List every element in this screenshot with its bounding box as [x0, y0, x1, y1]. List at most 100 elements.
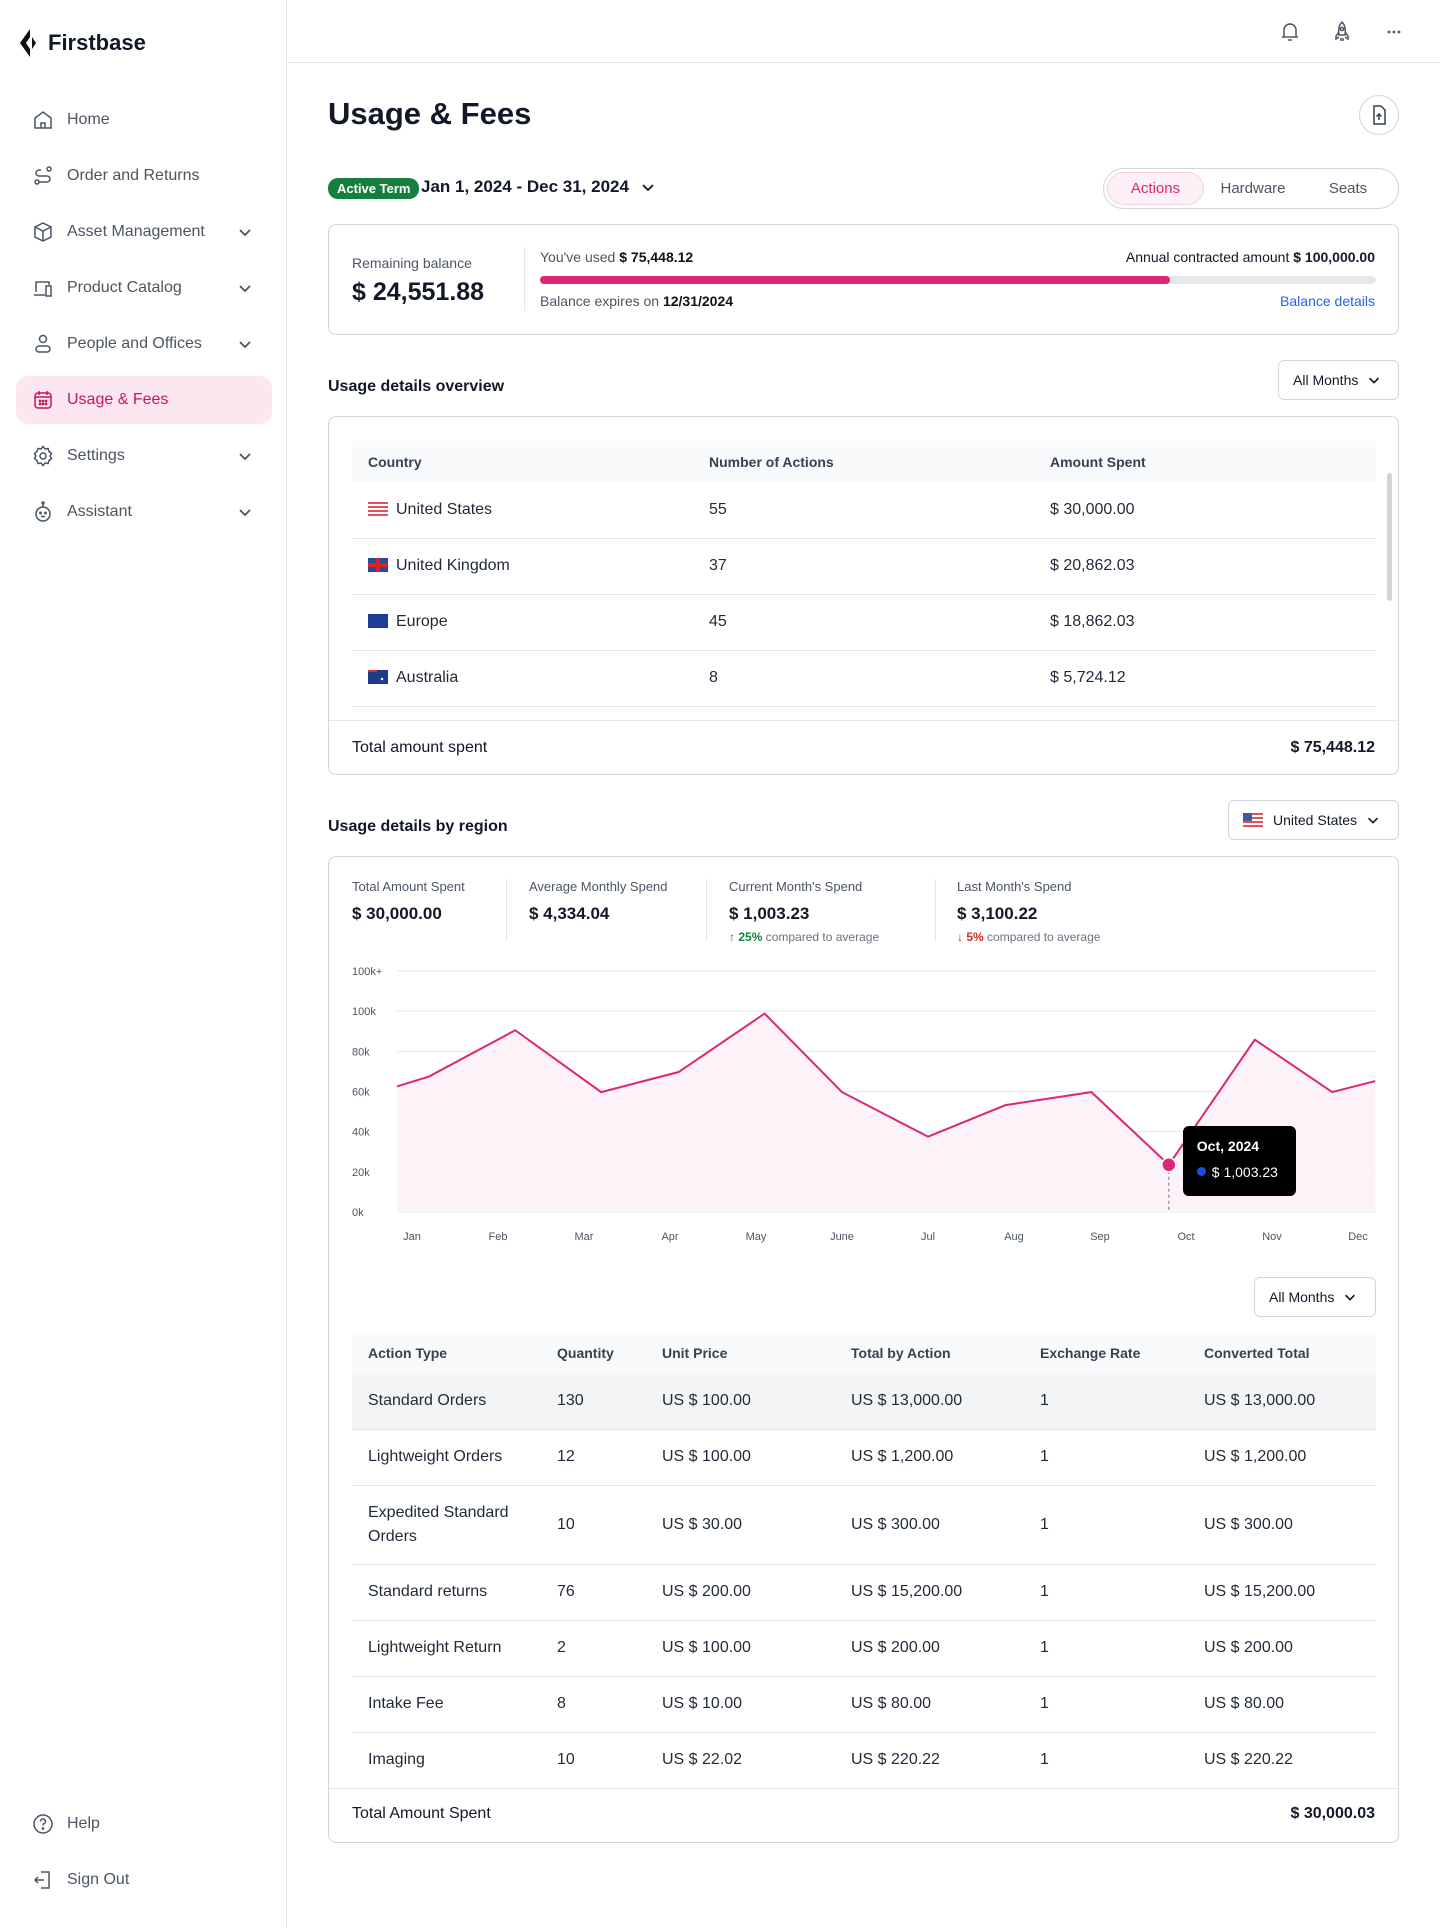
- region-selector[interactable]: United States: [1228, 800, 1399, 840]
- total-by-action-cell: US $ 200.00: [835, 1620, 1024, 1677]
- chevron-down-icon: [239, 453, 251, 461]
- stat-label: Current Month's Spend: [729, 879, 863, 894]
- table-row[interactable]: Lightweight Orders 12 US $ 100.00 US $ 1,20…: [352, 1429, 1376, 1486]
- total-by-action-cell: US $ 300.00: [835, 1485, 1024, 1565]
- actions-cell: 55: [693, 482, 1034, 539]
- active-term-badge: Active Term: [328, 178, 420, 199]
- sidebar-item-label: Product Catalog: [67, 279, 182, 296]
- user-icon: [35, 334, 51, 353]
- quantity-cell: 12: [541, 1429, 646, 1486]
- tab-actions[interactable]: Actions: [1107, 172, 1204, 205]
- action-type-cell: Standard Orders: [352, 1373, 541, 1430]
- stat-value: $ 4,334.04: [529, 904, 610, 923]
- tab-hardware[interactable]: Hardware: [1204, 172, 1302, 205]
- table-row[interactable]: Imaging 10 US $ 22.02 US $ 220.22 1 US $ 220.…: [352, 1732, 1376, 1789]
- stat-current: Current Month's Spend $ 1,003.23 ↑ 25% com…: [729, 879, 879, 944]
- stat-label: Last Month's Spend: [957, 879, 1072, 894]
- y-tick-label: 100k: [352, 1006, 376, 1018]
- col-header: Unit Price: [646, 1332, 835, 1373]
- us-flag-icon: [368, 501, 388, 516]
- sign-out-label: Sign Out: [67, 1871, 130, 1888]
- export-button[interactable]: [1359, 95, 1399, 135]
- quantity-cell: 76: [541, 1564, 646, 1621]
- action-type-cell: Intake Fee: [352, 1676, 541, 1733]
- tooltip-title: Oct, 2024: [1196, 1137, 1260, 1154]
- sidebar-item-assistant[interactable]: Assistant: [16, 488, 272, 536]
- sidebar-item-label: Settings: [67, 447, 125, 464]
- table-row[interactable]: Australia 8 $ 5,724.12: [352, 650, 1376, 707]
- chevron-down-icon: [239, 509, 251, 517]
- table-row[interactable]: Expedited Standard Orders 10 US $ 30.00 US …: [352, 1485, 1376, 1565]
- more-icon[interactable]: [1381, 19, 1407, 45]
- stat-last-month: Last Month's Spend $ 3,100.22 ↓ 5% compare…: [957, 879, 1100, 944]
- robot-icon: [35, 501, 51, 522]
- country-name: United Kingdom: [396, 557, 510, 574]
- balance-progress-bar: [540, 276, 1376, 284]
- actions-table: Action Type Quantity Unit Price Total by Ac…: [352, 1332, 1376, 1789]
- sidebar-item-people-offices[interactable]: People and Offices: [16, 320, 272, 368]
- sidebar-item-orders[interactable]: Order and Returns: [16, 152, 272, 200]
- arrow-up-icon: ↑: [729, 930, 735, 944]
- x-tick-label: May: [746, 1231, 767, 1243]
- firstbase-logo-icon: [20, 29, 36, 57]
- x-tick-label: Apr: [661, 1231, 678, 1243]
- country-name: Australia: [396, 669, 459, 686]
- action-type-cell: Lightweight Orders: [352, 1429, 541, 1486]
- logo[interactable]: Firstbase: [18, 28, 146, 58]
- expires-text: Balance expires on 12/31/2024: [540, 293, 733, 309]
- sidebar-item-asset-management[interactable]: Asset Management: [16, 208, 272, 256]
- table-row[interactable]: United States 55 $ 30,000.00: [352, 482, 1376, 539]
- delta-value: 5%: [966, 930, 984, 944]
- sidebar-item-home[interactable]: Home: [16, 96, 272, 144]
- term-selector[interactable]: Jan 1, 2024 - Dec 31, 2024: [421, 177, 657, 197]
- balance-details-link[interactable]: Balance details: [1280, 293, 1375, 309]
- stat-delta: ↓ 5% compared to average: [957, 930, 1100, 944]
- divider: [935, 879, 936, 941]
- rocket-icon[interactable]: [1329, 19, 1355, 45]
- actions-month-filter[interactable]: All Months: [1254, 1277, 1376, 1317]
- active-data-point[interactable]: [1161, 1157, 1177, 1173]
- x-tick-label: Nov: [1262, 1231, 1282, 1243]
- total-value: $ 75,448.12: [1290, 739, 1375, 756]
- filter-value: All Months: [1269, 1289, 1335, 1305]
- sidebar: Firstbase Home Order and Returns Asset M…: [0, 0, 287, 1928]
- sidebar-item-usage-fees[interactable]: Usage & Fees: [16, 376, 272, 424]
- overview-table: Country Number of Actions Amount Spent Uni…: [352, 441, 1376, 707]
- help-icon: [33, 1814, 53, 1834]
- sidebar-item-product-catalog[interactable]: Product Catalog: [16, 264, 272, 312]
- sidebar-item-settings[interactable]: Settings: [16, 432, 272, 480]
- bell-icon[interactable]: [1277, 19, 1303, 45]
- used-text: You've used $ 75,448.12: [540, 249, 693, 265]
- region-title: Usage details by region: [328, 818, 508, 835]
- brand-name: Firstbase: [48, 30, 146, 55]
- table-row[interactable]: United Kingdom 37 $ 20,862.03: [352, 538, 1376, 595]
- stat-label: Total Amount Spent: [352, 879, 465, 894]
- table-row[interactable]: Europe 45 $ 18,862.03: [352, 594, 1376, 651]
- scrollbar[interactable]: [1387, 473, 1392, 601]
- col-header: Number of Actions: [693, 441, 1034, 482]
- sidebar-item-label: Usage & Fees: [67, 391, 169, 408]
- laptop-phone-icon: [34, 281, 52, 297]
- exchange-rate-cell: 1: [1024, 1564, 1188, 1621]
- divider: [506, 879, 507, 941]
- box-icon: [34, 222, 52, 242]
- help-link[interactable]: Help: [16, 1800, 272, 1848]
- tab-seats[interactable]: Seats: [1302, 172, 1394, 205]
- y-tick-label: 40k: [352, 1127, 370, 1139]
- table-row[interactable]: Standard returns 76 US $ 200.00 US $ 15,200…: [352, 1564, 1376, 1621]
- x-tick-label: Jan: [403, 1231, 421, 1243]
- overview-month-filter[interactable]: All Months: [1278, 360, 1399, 400]
- overview-title: Usage details overview: [328, 378, 505, 395]
- table-row[interactable]: Lightweight Return 2 US $ 100.00 US $ 200.0…: [352, 1620, 1376, 1677]
- amount-cell: $ 20,862.03: [1034, 538, 1376, 595]
- exchange-rate-cell: 1: [1024, 1485, 1188, 1565]
- table-row[interactable]: Intake Fee 8 US $ 10.00 US $ 80.00 1 US $ 80.…: [352, 1676, 1376, 1733]
- amount-cell: $ 18,862.03: [1034, 594, 1376, 651]
- divider: [706, 879, 707, 941]
- sidebar-item-label: Assistant: [67, 503, 132, 520]
- chevron-down-icon: [239, 229, 251, 237]
- table-row[interactable]: Standard Orders 130 US $ 100.00 US $ 13,000…: [352, 1373, 1376, 1430]
- region-card: Total Amount Spent $ 30,000.00 Average Mo…: [328, 856, 1399, 1843]
- sign-out-link[interactable]: Sign Out: [16, 1856, 272, 1904]
- delta-text: compared to average: [987, 930, 1101, 944]
